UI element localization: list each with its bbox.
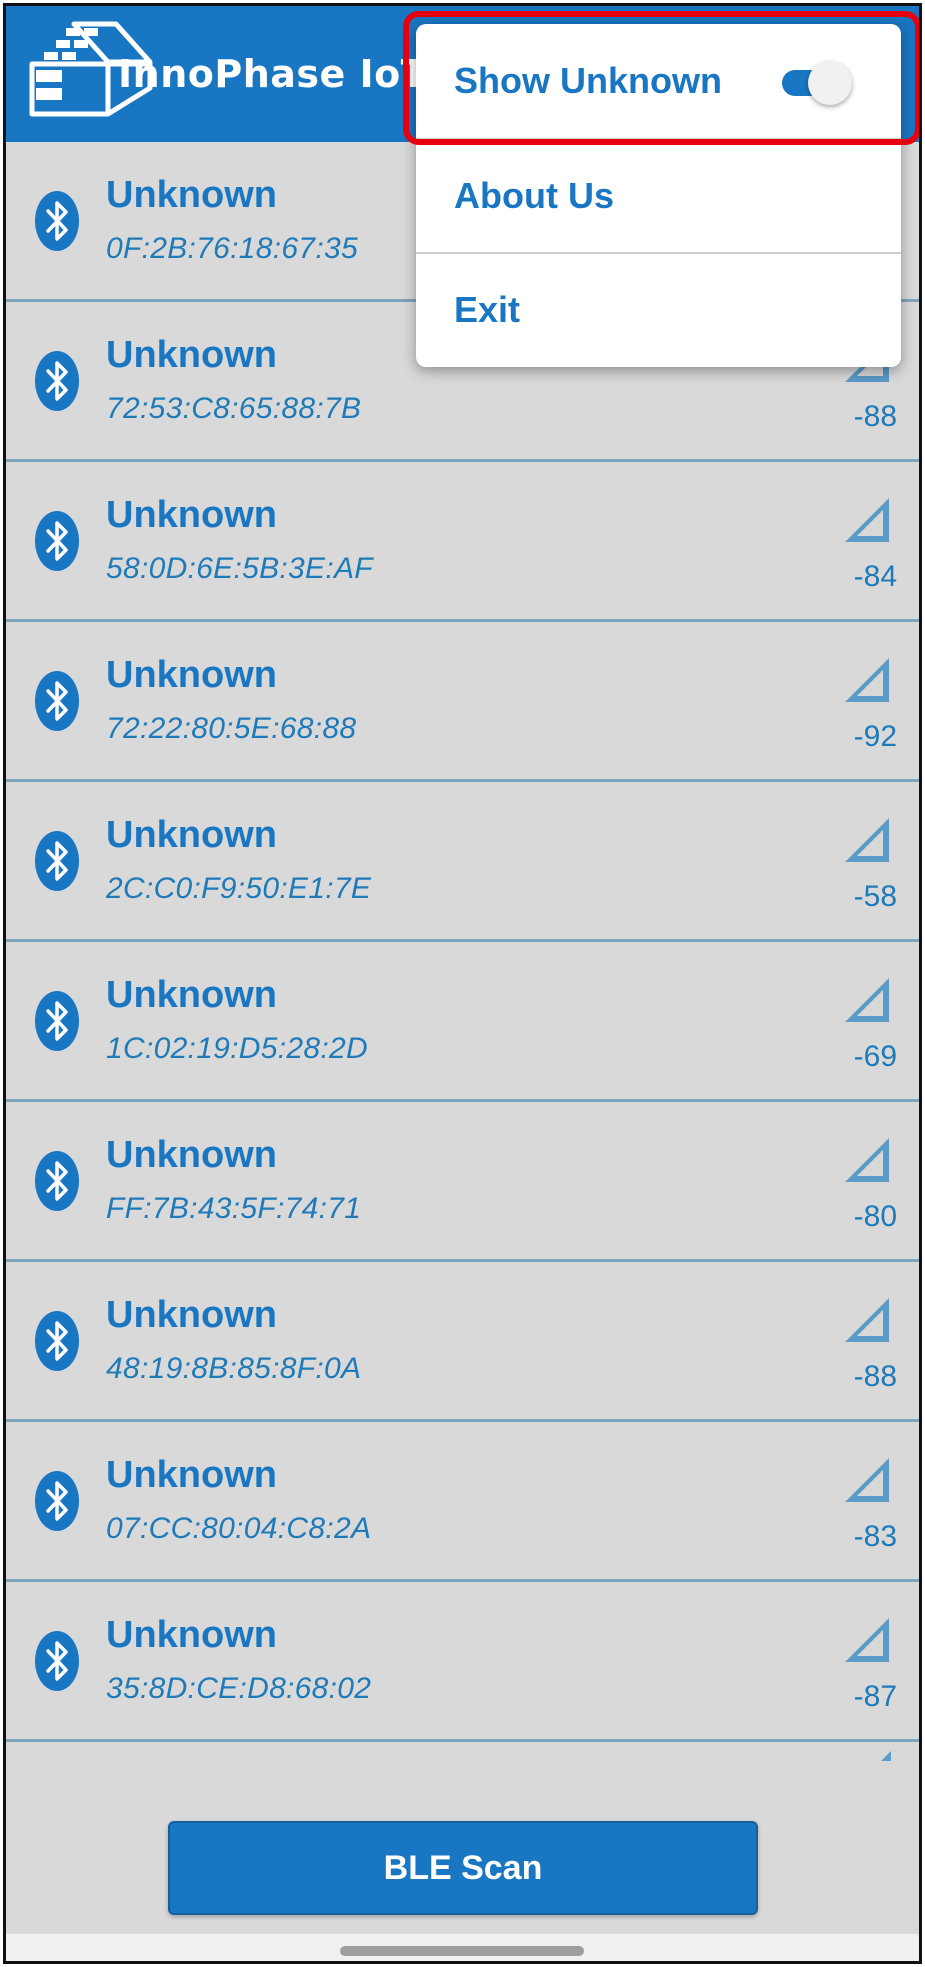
device-mac-address: FF:7B:43:5F:74:71 xyxy=(106,1192,362,1225)
signal-strength-icon xyxy=(841,1294,893,1346)
toggle-thumb xyxy=(808,61,852,105)
device-mac-address: 72:22:80:5E:68:88 xyxy=(106,712,357,745)
signal-strength-icon xyxy=(841,494,893,546)
show-unknown-label: Show Unknown xyxy=(454,60,722,101)
device-name: Unknown xyxy=(106,494,277,536)
bluetooth-icon xyxy=(34,1310,80,1372)
show-unknown-toggle[interactable] xyxy=(778,58,854,106)
device-rssi: -87 xyxy=(853,1680,897,1713)
overflow-menu: Show Unknown About Us Exit xyxy=(416,24,901,367)
bluetooth-icon xyxy=(34,1630,80,1692)
signal-strength-icon xyxy=(841,814,893,866)
device-name: Unknown xyxy=(106,174,277,216)
device-rssi: -88 xyxy=(853,400,897,433)
menu-item-about-us[interactable]: About Us xyxy=(416,139,901,253)
signal-strength-icon xyxy=(881,1751,891,1761)
device-rssi: -83 xyxy=(853,1520,897,1553)
device-mac-address: 2C:C0:F9:50:E1:7E xyxy=(106,872,372,905)
device-mac-address: 48:19:8B:85:8F:0A xyxy=(106,1352,362,1385)
device-mac-address: 58:0D:6E:5B:3E:AF xyxy=(106,552,373,585)
device-rssi: -80 xyxy=(853,1200,897,1233)
innophase-logo: InnoPhase IoT xyxy=(26,18,427,128)
device-mac-address: 1C:02:19:D5:28:2D xyxy=(106,1032,368,1065)
device-name: Unknown xyxy=(106,974,277,1016)
device-name: Unknown xyxy=(106,334,277,376)
device-rssi: -84 xyxy=(853,560,897,593)
device-row[interactable]: Unknown 1C:02:19:D5:28:2D -69 xyxy=(6,942,919,1102)
bluetooth-icon xyxy=(34,510,80,572)
device-row[interactable]: Unknown 58:0D:6E:5B:3E:AF -84 xyxy=(6,462,919,622)
device-row[interactable]: Unknown 35:8D:CE:D8:68:02 -87 xyxy=(6,1582,919,1742)
about-us-label: About Us xyxy=(454,175,614,216)
signal-strength-icon xyxy=(841,974,893,1026)
signal-strength-icon xyxy=(841,1134,893,1186)
home-gesture-handle[interactable] xyxy=(340,1946,584,1956)
bluetooth-icon xyxy=(34,350,80,412)
device-row[interactable]: Unknown 48:19:8B:85:8F:0A -88 xyxy=(6,1262,919,1422)
bluetooth-icon xyxy=(34,1470,80,1532)
menu-item-exit[interactable]: Exit xyxy=(416,253,901,367)
device-rssi: -58 xyxy=(853,880,897,913)
bluetooth-icon xyxy=(34,190,80,252)
device-mac-address: 35:8D:CE:D8:68:02 xyxy=(106,1672,372,1705)
signal-strength-icon xyxy=(841,1454,893,1506)
bottom-area: BLE Scan xyxy=(6,1751,919,1941)
menu-item-show-unknown[interactable]: Show Unknown xyxy=(416,24,901,138)
device-rssi: -88 xyxy=(853,1360,897,1393)
device-mac-address: 72:53:C8:65:88:7B xyxy=(106,392,362,425)
signal-strength-icon xyxy=(841,654,893,706)
app-title: InnoPhase IoT xyxy=(118,52,428,96)
device-name: Unknown xyxy=(106,1294,277,1336)
device-name: Unknown xyxy=(106,1614,277,1656)
device-name: Unknown xyxy=(106,654,277,696)
signal-strength-icon xyxy=(841,1614,893,1666)
device-list[interactable]: Unknown 0F:2B:76:18:67:35 Unknown 72:53:C8:… xyxy=(6,142,919,1742)
bluetooth-icon xyxy=(34,670,80,732)
device-rssi: -69 xyxy=(853,1040,897,1073)
device-row[interactable]: Unknown 2C:C0:F9:50:E1:7E -58 xyxy=(6,782,919,942)
device-mac-address: 0F:2B:76:18:67:35 xyxy=(106,232,358,265)
device-row[interactable]: Unknown 72:22:80:5E:68:88 -92 xyxy=(6,622,919,782)
bluetooth-icon xyxy=(34,990,80,1052)
ble-scan-button[interactable]: BLE Scan xyxy=(168,1821,758,1915)
app-screen: InnoPhase IoT Unknown 0F:2B:76:18:67:35 Un… xyxy=(3,3,922,1964)
bluetooth-icon xyxy=(34,830,80,892)
device-name: Unknown xyxy=(106,814,277,856)
device-rssi: -92 xyxy=(853,720,897,753)
bluetooth-icon xyxy=(34,1150,80,1212)
device-row[interactable]: Unknown 07:CC:80:04:C8:2A -83 xyxy=(6,1422,919,1582)
device-mac-address: 07:CC:80:04:C8:2A xyxy=(106,1512,372,1545)
exit-label: Exit xyxy=(454,289,521,330)
device-name: Unknown xyxy=(106,1454,277,1496)
device-name: Unknown xyxy=(106,1134,277,1176)
device-row[interactable]: Unknown FF:7B:43:5F:74:71 -80 xyxy=(6,1102,919,1262)
system-nav-bar xyxy=(6,1934,919,1961)
